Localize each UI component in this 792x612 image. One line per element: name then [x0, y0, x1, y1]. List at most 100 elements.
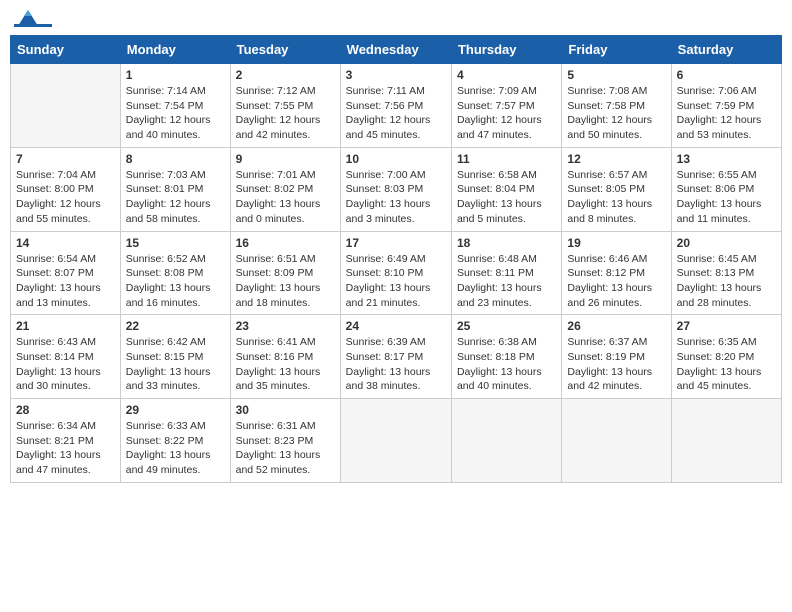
day-info: Sunrise: 6:46 AM Sunset: 8:12 PM Dayligh…	[567, 252, 665, 311]
day-info: Sunrise: 6:39 AM Sunset: 8:17 PM Dayligh…	[346, 335, 446, 394]
header-monday: Monday	[120, 36, 230, 64]
day-info: Sunrise: 6:37 AM Sunset: 8:19 PM Dayligh…	[567, 335, 665, 394]
header-wednesday: Wednesday	[340, 36, 451, 64]
calendar-cell: 9Sunrise: 7:01 AM Sunset: 8:02 PM Daylig…	[230, 147, 340, 231]
day-number: 30	[236, 403, 335, 417]
calendar-cell: 28 Sunrise: 6:34 AM Sunset: 8:21 PM Dayli…	[11, 399, 121, 483]
calendar-cell: 7 Sunrise: 7:04 AM Sunset: 8:00 PM Daylig…	[11, 147, 121, 231]
calendar-cell: 22 Sunrise: 6:42 AM Sunset: 8:15 PM Dayli…	[120, 315, 230, 399]
calendar-cell: 10 Sunrise: 7:00 AM Sunset: 8:03 PM Dayli…	[340, 147, 451, 231]
day-info: Sunrise: 6:52 AM Sunset: 8:08 PM Dayligh…	[126, 252, 225, 311]
header-tuesday: Tuesday	[230, 36, 340, 64]
calendar-cell: 15 Sunrise: 6:52 AM Sunset: 8:08 PM Dayli…	[120, 231, 230, 315]
header-saturday: Saturday	[671, 36, 781, 64]
day-info: Sunrise: 7:03 AM Sunset: 8:01 PM Dayligh…	[126, 168, 225, 227]
calendar-cell	[340, 399, 451, 483]
page-header	[10, 10, 782, 27]
calendar-cell: 27 Sunrise: 6:35 AM Sunset: 8:20 PM Dayli…	[671, 315, 781, 399]
calendar-cell	[11, 64, 121, 148]
day-info: Sunrise: 6:57 AM Sunset: 8:05 PM Dayligh…	[567, 168, 665, 227]
calendar-cell: 23 Sunrise: 6:41 AM Sunset: 8:16 PM Dayli…	[230, 315, 340, 399]
calendar-cell: 16 Sunrise: 6:51 AM Sunset: 8:09 PM Dayli…	[230, 231, 340, 315]
calendar-cell: 30 Sunrise: 6:31 AM Sunset: 8:23 PM Dayli…	[230, 399, 340, 483]
day-info: Sunrise: 7:14 AM Sunset: 7:54 PM Dayligh…	[126, 84, 225, 143]
day-info: Sunrise: 6:33 AM Sunset: 8:22 PM Dayligh…	[126, 419, 225, 478]
calendar-cell: 17 Sunrise: 6:49 AM Sunset: 8:10 PM Dayli…	[340, 231, 451, 315]
day-number: 24	[346, 319, 446, 333]
day-number: 5	[567, 68, 665, 82]
calendar-header-row: SundayMondayTuesdayWednesdayThursdayFrid…	[11, 36, 782, 64]
day-info: Sunrise: 7:11 AM Sunset: 7:56 PM Dayligh…	[346, 84, 446, 143]
week-row-1: 1 Sunrise: 7:14 AM Sunset: 7:54 PM Daylig…	[11, 64, 782, 148]
calendar-cell: 24 Sunrise: 6:39 AM Sunset: 8:17 PM Dayli…	[340, 315, 451, 399]
day-number: 14	[16, 236, 115, 250]
calendar-cell: 2 Sunrise: 7:12 AM Sunset: 7:55 PM Daylig…	[230, 64, 340, 148]
calendar-cell	[562, 399, 671, 483]
week-row-5: 28 Sunrise: 6:34 AM Sunset: 8:21 PM Dayli…	[11, 399, 782, 483]
day-info: Sunrise: 7:06 AM Sunset: 7:59 PM Dayligh…	[677, 84, 776, 143]
day-info: Sunrise: 6:31 AM Sunset: 8:23 PM Dayligh…	[236, 419, 335, 478]
calendar-cell: 20 Sunrise: 6:45 AM Sunset: 8:13 PM Dayli…	[671, 231, 781, 315]
day-info: Sunrise: 6:41 AM Sunset: 8:16 PM Dayligh…	[236, 335, 335, 394]
calendar-cell: 5 Sunrise: 7:08 AM Sunset: 7:58 PM Daylig…	[562, 64, 671, 148]
calendar-cell: 11Sunrise: 6:58 AM Sunset: 8:04 PM Dayli…	[451, 147, 561, 231]
day-info: Sunrise: 7:00 AM Sunset: 8:03 PM Dayligh…	[346, 168, 446, 227]
day-number: 12	[567, 152, 665, 166]
day-number: 17	[346, 236, 446, 250]
calendar-cell: 1 Sunrise: 7:14 AM Sunset: 7:54 PM Daylig…	[120, 64, 230, 148]
day-number: 6	[677, 68, 776, 82]
day-info: Sunrise: 6:42 AM Sunset: 8:15 PM Dayligh…	[126, 335, 225, 394]
day-number: 25	[457, 319, 556, 333]
calendar-cell: 21 Sunrise: 6:43 AM Sunset: 8:14 PM Dayli…	[11, 315, 121, 399]
day-info: Sunrise: 6:48 AM Sunset: 8:11 PM Dayligh…	[457, 252, 556, 311]
day-number: 20	[677, 236, 776, 250]
header-thursday: Thursday	[451, 36, 561, 64]
day-number: 8	[126, 152, 225, 166]
calendar-cell: 14 Sunrise: 6:54 AM Sunset: 8:07 PM Dayli…	[11, 231, 121, 315]
day-number: 2	[236, 68, 335, 82]
calendar-cell: 13 Sunrise: 6:55 AM Sunset: 8:06 PM Dayli…	[671, 147, 781, 231]
day-info: Sunrise: 6:34 AM Sunset: 8:21 PM Dayligh…	[16, 419, 115, 478]
day-number: 28	[16, 403, 115, 417]
day-number: 22	[126, 319, 225, 333]
day-number: 10	[346, 152, 446, 166]
calendar-table: SundayMondayTuesdayWednesdayThursdayFrid…	[10, 35, 782, 483]
day-number: 11	[457, 152, 556, 166]
day-info: Sunrise: 6:43 AM Sunset: 8:14 PM Dayligh…	[16, 335, 115, 394]
calendar-cell: 18Sunrise: 6:48 AM Sunset: 8:11 PM Dayli…	[451, 231, 561, 315]
day-number: 13	[677, 152, 776, 166]
calendar-cell: 19 Sunrise: 6:46 AM Sunset: 8:12 PM Dayli…	[562, 231, 671, 315]
day-number: 16	[236, 236, 335, 250]
day-number: 26	[567, 319, 665, 333]
day-info: Sunrise: 7:04 AM Sunset: 8:00 PM Dayligh…	[16, 168, 115, 227]
day-number: 19	[567, 236, 665, 250]
logo	[14, 10, 54, 27]
day-number: 1	[126, 68, 225, 82]
day-number: 23	[236, 319, 335, 333]
calendar-cell: 26 Sunrise: 6:37 AM Sunset: 8:19 PM Dayli…	[562, 315, 671, 399]
calendar-cell: 8 Sunrise: 7:03 AM Sunset: 8:01 PM Daylig…	[120, 147, 230, 231]
day-info: Sunrise: 7:12 AM Sunset: 7:55 PM Dayligh…	[236, 84, 335, 143]
calendar-cell	[671, 399, 781, 483]
day-info: Sunrise: 6:49 AM Sunset: 8:10 PM Dayligh…	[346, 252, 446, 311]
day-number: 21	[16, 319, 115, 333]
calendar-cell: 12 Sunrise: 6:57 AM Sunset: 8:05 PM Dayli…	[562, 147, 671, 231]
calendar-cell: 6 Sunrise: 7:06 AM Sunset: 7:59 PM Daylig…	[671, 64, 781, 148]
day-info: Sunrise: 6:35 AM Sunset: 8:20 PM Dayligh…	[677, 335, 776, 394]
day-info: Sunrise: 7:08 AM Sunset: 7:58 PM Dayligh…	[567, 84, 665, 143]
day-number: 29	[126, 403, 225, 417]
day-info: Sunrise: 6:51 AM Sunset: 8:09 PM Dayligh…	[236, 252, 335, 311]
day-info: Sunrise: 6:45 AM Sunset: 8:13 PM Dayligh…	[677, 252, 776, 311]
day-number: 15	[126, 236, 225, 250]
day-info: Sunrise: 6:55 AM Sunset: 8:06 PM Dayligh…	[677, 168, 776, 227]
calendar-cell: 25Sunrise: 6:38 AM Sunset: 8:18 PM Dayli…	[451, 315, 561, 399]
day-info: Sunrise: 6:54 AM Sunset: 8:07 PM Dayligh…	[16, 252, 115, 311]
header-friday: Friday	[562, 36, 671, 64]
week-row-2: 7 Sunrise: 7:04 AM Sunset: 8:00 PM Daylig…	[11, 147, 782, 231]
day-number: 27	[677, 319, 776, 333]
day-number: 7	[16, 152, 115, 166]
calendar-cell: 29 Sunrise: 6:33 AM Sunset: 8:22 PM Dayli…	[120, 399, 230, 483]
day-number: 9	[236, 152, 335, 166]
week-row-4: 21 Sunrise: 6:43 AM Sunset: 8:14 PM Dayli…	[11, 315, 782, 399]
day-number: 3	[346, 68, 446, 82]
